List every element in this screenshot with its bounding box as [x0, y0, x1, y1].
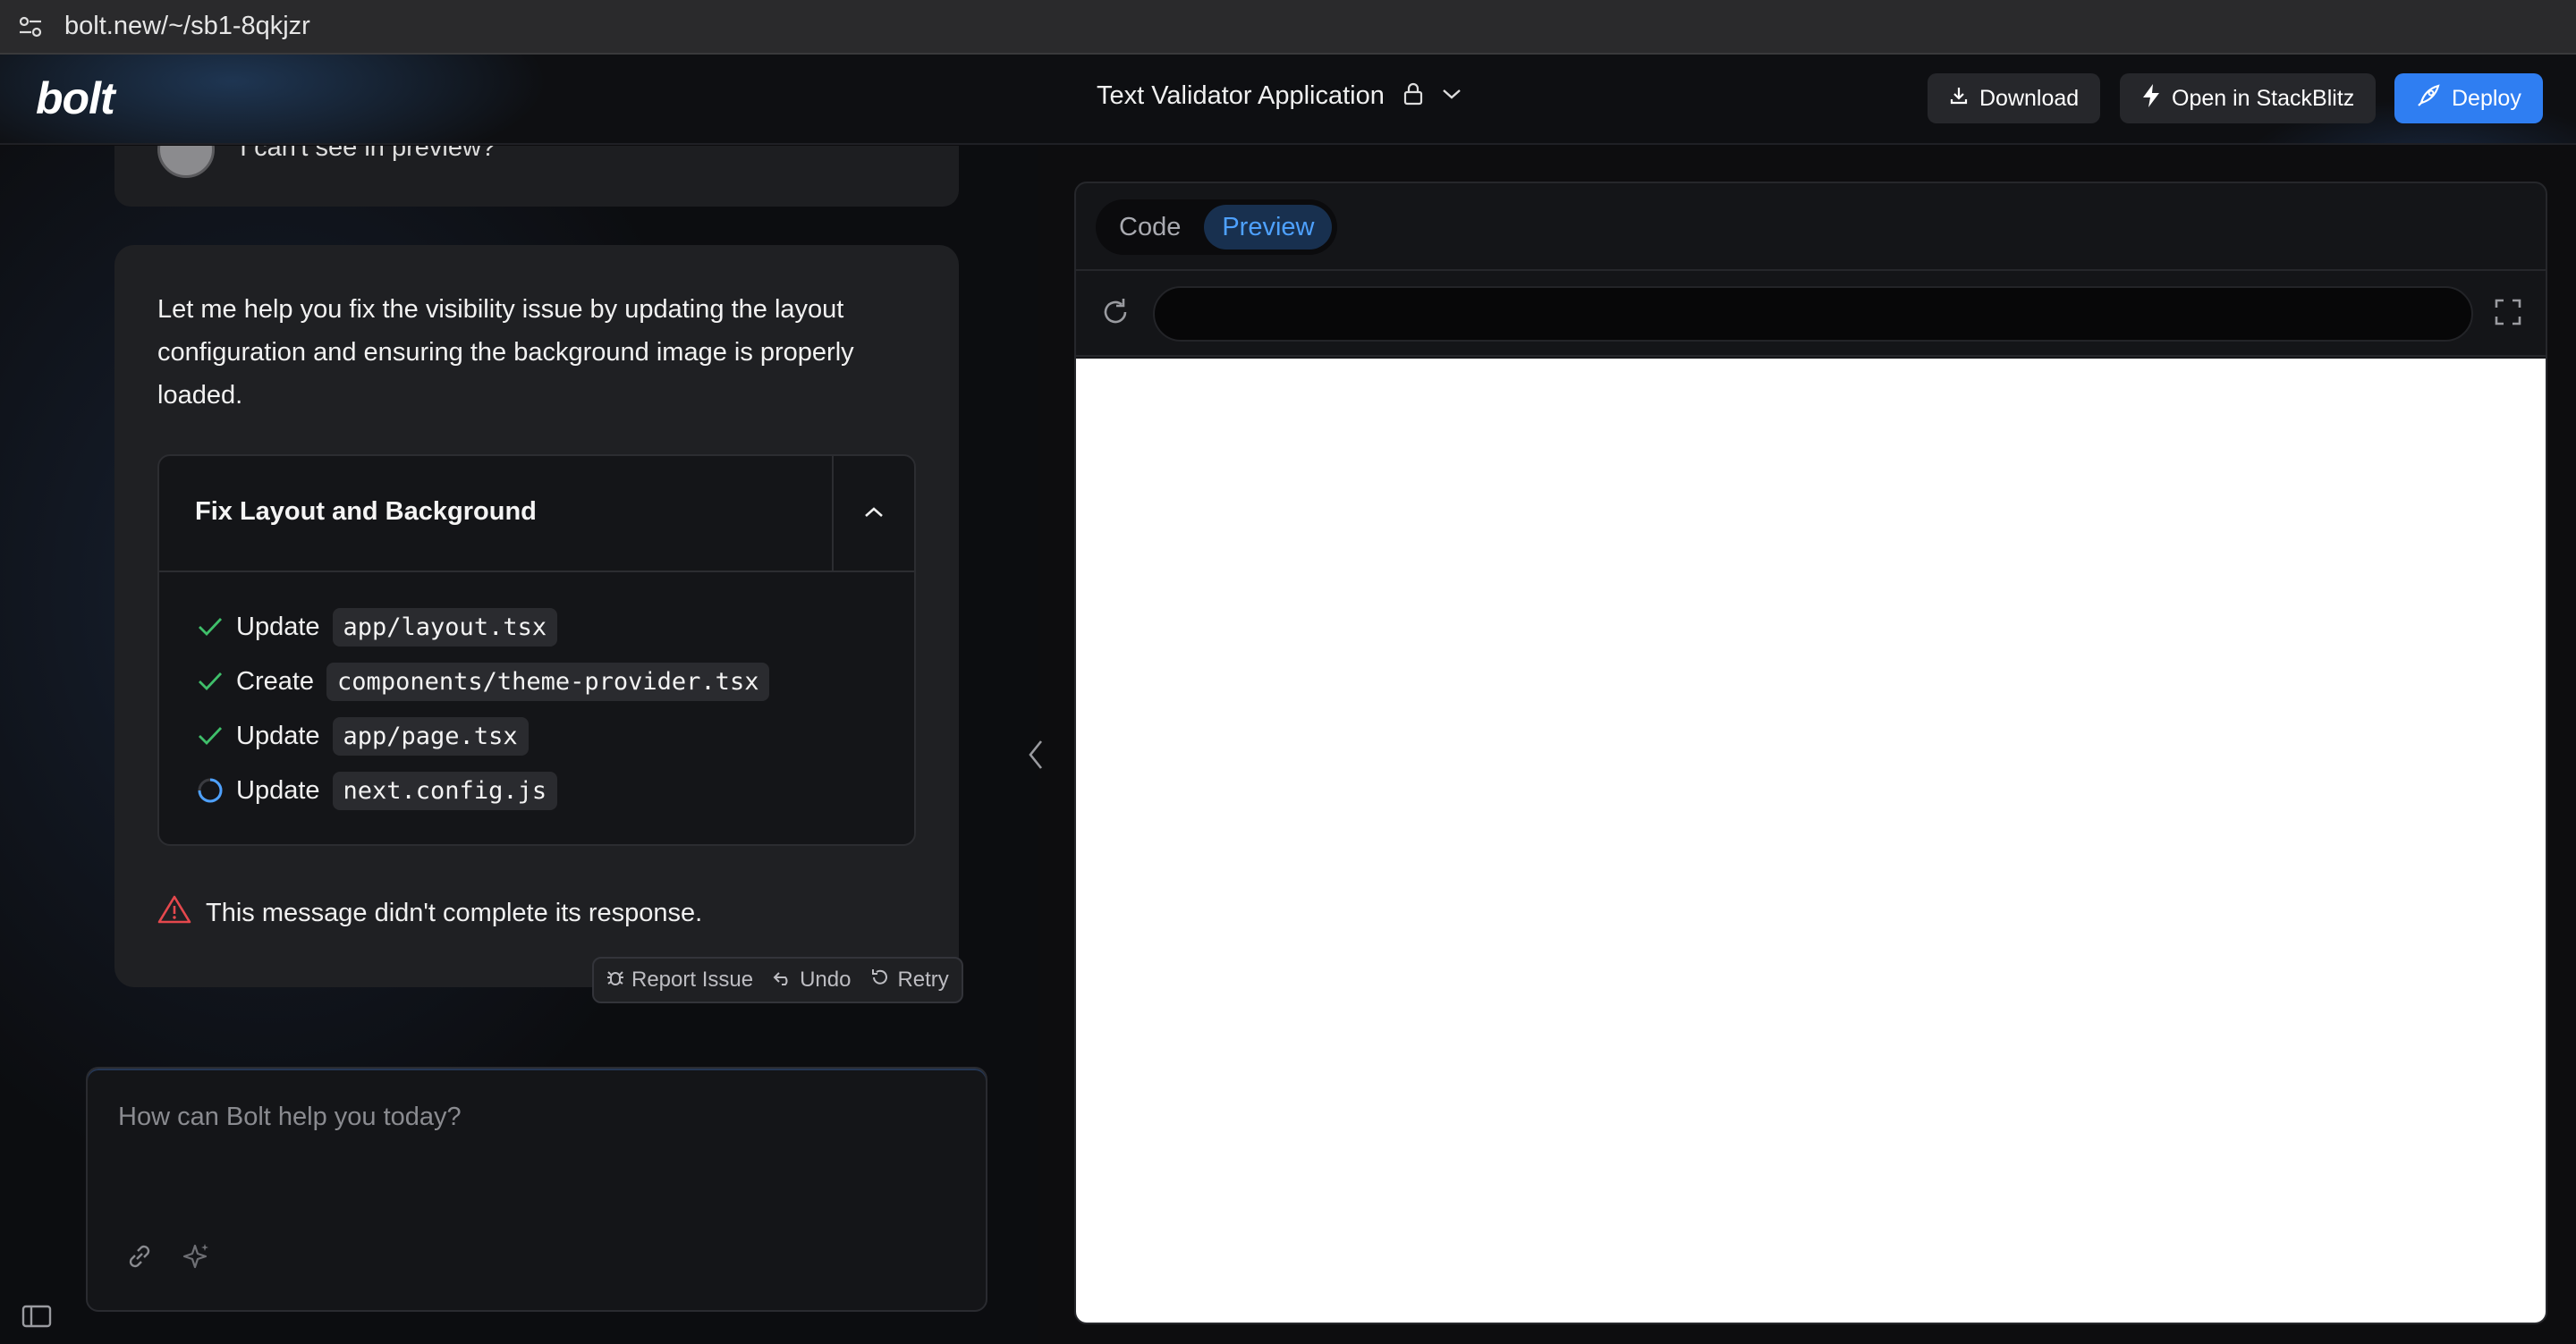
assistant-message: Let me help you fix the visibility issue…	[114, 245, 959, 987]
loading-spinner-icon	[195, 775, 225, 806]
deploy-label: Deploy	[2452, 85, 2521, 111]
step-action: Update	[236, 612, 320, 641]
view-tabs: Code Preview	[1096, 199, 1338, 255]
open-in-stackblitz-button[interactable]: Open in StackBlitz	[2120, 73, 2377, 123]
report-issue-label: Report Issue	[631, 968, 754, 992]
preview-address-bar	[1076, 271, 2546, 357]
list-item: Update next.config.js	[195, 768, 769, 813]
artifact-header[interactable]: Fix Layout and Background	[159, 456, 914, 572]
step-action: Create	[236, 666, 315, 696]
list-item: Create components/theme-provider.tsx	[195, 659, 770, 704]
undo-button[interactable]: Undo	[773, 968, 851, 993]
lock-icon[interactable]	[1402, 82, 1424, 110]
step-file: components/theme-provider.tsx	[326, 662, 770, 701]
site-settings-icon[interactable]	[14, 11, 47, 43]
reload-icon[interactable]	[1099, 296, 1131, 333]
rocket-icon	[2416, 83, 2441, 114]
browser-url[interactable]: bolt.new/~/sb1-8qkjzr	[64, 12, 310, 41]
bug-icon	[606, 968, 624, 993]
preview-url-input[interactable]	[1153, 286, 2473, 342]
chevron-down-icon[interactable]	[1442, 88, 1462, 105]
workbench-panel: Code Preview	[1074, 182, 2547, 1324]
artifact-steps: Update app/layout.tsx Create components/…	[195, 604, 770, 823]
app-header: bolt Text Validator Application Download…	[0, 55, 2576, 145]
project-title-group[interactable]: Text Validator Application	[1097, 81, 1462, 111]
bolt-logo[interactable]: bolt	[36, 72, 115, 124]
step-file: app/page.tsx	[332, 716, 529, 756]
tab-code[interactable]: Code	[1101, 205, 1199, 249]
step-file: next.config.js	[332, 771, 558, 810]
artifact-title: Fix Layout and Background	[195, 497, 537, 526]
download-button[interactable]: Download	[1928, 73, 2101, 123]
tab-preview[interactable]: Preview	[1204, 205, 1333, 249]
deploy-button[interactable]: Deploy	[2394, 73, 2543, 123]
previous-user-message-text: I can't see in preview?	[240, 146, 496, 162]
assistant-message-text: Let me help you fix the visibility issue…	[157, 295, 854, 410]
warning-text: This message didn't complete its respons…	[206, 898, 703, 927]
artifact-collapse-button[interactable]	[832, 456, 914, 572]
stackblitz-label: Open in StackBlitz	[2172, 85, 2355, 111]
browser-url-bar: bolt.new/~/sb1-8qkjzr	[0, 0, 2576, 55]
step-action: Update	[236, 721, 320, 750]
undo-icon	[773, 968, 792, 993]
artifact-card: Fix Layout and Background Update app/lay…	[157, 454, 916, 846]
download-icon	[1949, 86, 1969, 112]
preview-canvas[interactable]	[1076, 359, 2546, 1323]
report-issue-button[interactable]: Report Issue	[606, 968, 753, 993]
previous-user-message: I can't see in preview?	[114, 146, 959, 207]
download-label: Download	[1979, 85, 2080, 111]
link-icon[interactable]	[123, 1240, 156, 1277]
workbench-toolbar: Code Preview	[1076, 183, 2546, 271]
check-icon	[195, 721, 225, 751]
retry-button[interactable]: Retry	[870, 968, 949, 993]
warning-icon	[157, 894, 191, 932]
retry-icon	[870, 968, 890, 993]
chevron-up-icon	[864, 506, 884, 523]
check-icon	[195, 612, 225, 642]
fullscreen-icon[interactable]	[2494, 298, 2522, 331]
step-file: app/layout.tsx	[332, 607, 558, 647]
undo-label: Undo	[800, 968, 852, 992]
prompt-placeholder[interactable]: How can Bolt help you today?	[118, 1103, 462, 1132]
avatar	[157, 146, 215, 178]
sidebar-toggle-icon[interactable]	[21, 1304, 52, 1333]
prompt-input[interactable]: How can Bolt help you today?	[86, 1067, 987, 1312]
project-title[interactable]: Text Validator Application	[1097, 81, 1385, 111]
list-item: Update app/page.tsx	[195, 714, 769, 758]
chevron-left-icon[interactable]	[1025, 739, 1046, 775]
step-action: Update	[236, 775, 320, 805]
list-item: Update app/layout.tsx	[195, 604, 769, 649]
check-icon	[195, 666, 225, 697]
lightning-icon	[2141, 83, 2161, 114]
message-actions: Report Issue Undo Retry	[592, 957, 963, 1003]
incomplete-response-warning: This message didn't complete its respons…	[157, 894, 702, 932]
retry-label: Retry	[897, 968, 949, 992]
sparkle-icon[interactable]	[181, 1240, 213, 1277]
